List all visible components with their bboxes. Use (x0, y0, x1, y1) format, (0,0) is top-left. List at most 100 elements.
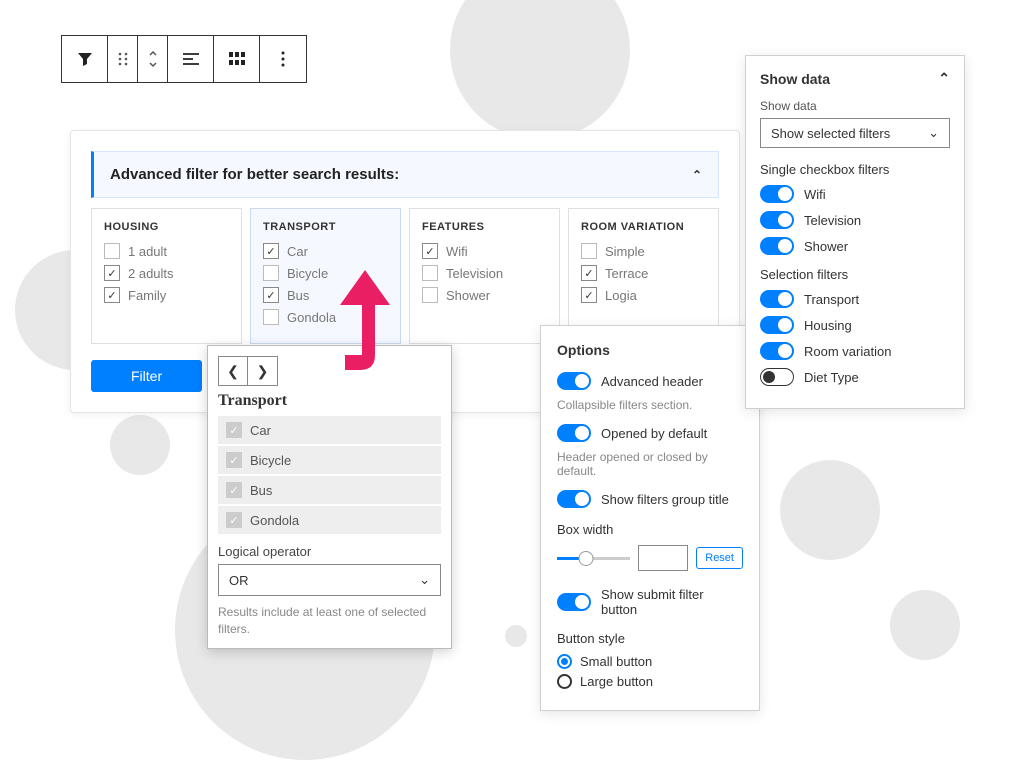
toggle-shower[interactable] (760, 237, 794, 255)
filter-group-title: ROOM VARIATION (581, 221, 706, 233)
toggle-label: Television (804, 213, 861, 228)
selection-filters-section: Selection filters (760, 267, 950, 282)
filter-group: ROOM VARIATION Simple Terrace Logia (568, 208, 719, 344)
checkbox-label: Television (446, 266, 503, 281)
drag-icon (118, 52, 128, 66)
funnel-button[interactable] (62, 36, 108, 82)
checkbox-label: Bicycle (287, 266, 328, 281)
toggle-housing[interactable] (760, 316, 794, 334)
box-width-slider[interactable] (557, 557, 630, 560)
toggle-wifi[interactable] (760, 185, 794, 203)
checkbox-label: Simple (605, 244, 645, 259)
checkbox-icon (422, 265, 438, 281)
filter-checkbox-row[interactable]: Simple (581, 243, 706, 259)
toggle-label: Shower (804, 239, 848, 254)
prev-arrow[interactable]: ❮ (218, 356, 248, 386)
bg-circle (505, 625, 527, 647)
options-title: Options (557, 342, 743, 358)
radio-small-button[interactable]: Small button (557, 654, 743, 669)
filter-checkbox-row[interactable]: 1 adult (104, 243, 229, 259)
align-icon (183, 52, 199, 66)
toggle-advanced-header[interactable] (557, 372, 591, 390)
label-show-submit: Show submit filter button (601, 587, 743, 617)
filter-button[interactable]: Filter (91, 360, 202, 392)
toggle-transport[interactable] (760, 290, 794, 308)
drag-handle[interactable] (108, 36, 138, 82)
helper-advanced-header: Collapsible filters section. (557, 398, 743, 412)
transport-item-row[interactable]: Car (218, 416, 441, 444)
checkbox-label: Logia (605, 288, 637, 303)
transport-item-row[interactable]: Bus (218, 476, 441, 504)
funnel-icon (77, 51, 93, 67)
filter-checkbox-row[interactable]: Shower (422, 287, 547, 303)
align-button[interactable] (168, 36, 214, 82)
next-arrow[interactable]: ❯ (248, 356, 278, 386)
box-width-input[interactable] (638, 545, 688, 571)
checkbox-icon (263, 309, 279, 325)
toggle-label: Transport (804, 292, 859, 307)
filter-checkbox-row[interactable]: Terrace (581, 265, 706, 281)
show-data-panel: Show data ⌃ Show data Show selected filt… (745, 55, 965, 409)
checkbox-label: Bus (287, 288, 309, 303)
move-updown[interactable] (138, 36, 168, 82)
single-checkbox-toggle-row: Wifi (760, 185, 950, 203)
show-data-select[interactable]: Show selected filters ⌄ (760, 118, 950, 148)
filter-checkbox-row[interactable]: Wifi (422, 243, 547, 259)
options-panel: Options Advanced header Collapsible filt… (540, 325, 760, 711)
more-button[interactable] (260, 36, 306, 82)
selection-filter-toggle-row: Diet Type (760, 368, 950, 386)
box-width-reset[interactable]: Reset (696, 547, 743, 569)
bg-circle (780, 460, 880, 560)
kebab-icon (281, 51, 285, 67)
single-checkbox-toggle-row: Television (760, 211, 950, 229)
logical-operator-helper: Results include at least one of selected… (218, 604, 441, 638)
checkbox-label: Gondola (287, 310, 336, 325)
transport-item-label: Car (250, 423, 271, 438)
transport-item-row[interactable]: Bicycle (218, 446, 441, 474)
filter-checkbox-row[interactable]: 2 adults (104, 265, 229, 281)
chevron-down-icon: ⌄ (928, 125, 939, 141)
checkbox-icon (581, 287, 597, 303)
radio-large-button[interactable]: Large button (557, 674, 743, 689)
toggle-room-variation[interactable] (760, 342, 794, 360)
filter-group-title: FEATURES (422, 221, 547, 233)
show-data-title: Show data (760, 71, 830, 87)
filter-group: FEATURES Wifi Television Shower (409, 208, 560, 344)
toggle-show-group-title[interactable] (557, 490, 591, 508)
filter-checkbox-row[interactable]: Logia (581, 287, 706, 303)
chevron-up-icon: ⌃ (938, 70, 950, 87)
filter-header[interactable]: Advanced filter for better search result… (91, 151, 719, 198)
transport-item-row[interactable]: Gondola (218, 506, 441, 534)
logical-operator-label: Logical operator (218, 544, 441, 559)
block-toolbar (61, 35, 307, 83)
label-show-group-title: Show filters group title (601, 492, 729, 507)
radio-label: Small button (580, 654, 652, 669)
single-checkbox-section: Single checkbox filters (760, 162, 950, 177)
filter-checkbox-row[interactable]: Family (104, 287, 229, 303)
grid-button[interactable] (214, 36, 260, 82)
checkbox-icon (226, 482, 242, 498)
checkbox-label: Family (128, 288, 166, 303)
filter-group-title: TRANSPORT (263, 221, 388, 233)
checkbox-icon (104, 287, 120, 303)
checkbox-label: Car (287, 244, 308, 259)
selection-filter-toggle-row: Transport (760, 290, 950, 308)
chevron-up-icon: ⌃ (692, 168, 702, 182)
filter-checkbox-row[interactable]: Television (422, 265, 547, 281)
toggle-diet-type[interactable] (760, 368, 794, 386)
checkbox-icon (104, 265, 120, 281)
toggle-opened-default[interactable] (557, 424, 591, 442)
transport-item-label: Gondola (250, 513, 299, 528)
logical-operator-select[interactable]: OR ⌄ (218, 564, 441, 596)
filter-header-title: Advanced filter for better search result… (110, 166, 399, 183)
bg-circle (450, 0, 630, 140)
toggle-television[interactable] (760, 211, 794, 229)
checkbox-icon (226, 422, 242, 438)
toggle-show-submit[interactable] (557, 593, 591, 611)
transport-item-label: Bicycle (250, 453, 291, 468)
checkbox-icon (263, 243, 279, 259)
filter-checkbox-row[interactable]: Car (263, 243, 388, 259)
show-data-header[interactable]: Show data ⌃ (760, 70, 950, 87)
chevron-down-icon: ⌄ (419, 572, 430, 588)
toggle-label: Room variation (804, 344, 891, 359)
